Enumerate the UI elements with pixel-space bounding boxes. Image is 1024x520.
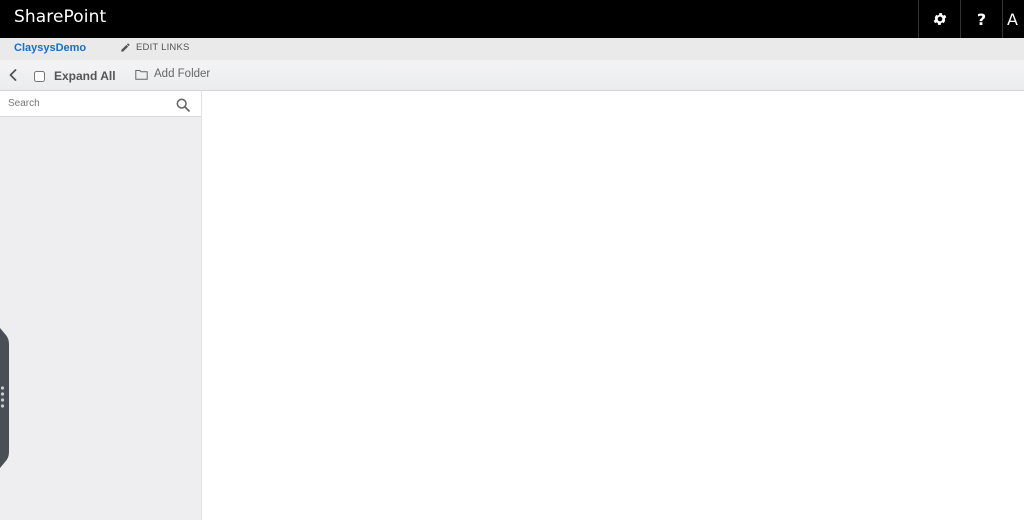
help-icon: ? xyxy=(976,9,987,29)
navigation-panel xyxy=(0,91,202,520)
toolbar: Expand All Add Folder xyxy=(0,60,1024,91)
edit-links-label: EDIT LINKS xyxy=(136,42,190,53)
help-button[interactable]: ? xyxy=(960,0,1002,38)
search-icon[interactable] xyxy=(175,97,191,113)
gear-icon xyxy=(933,13,946,25)
site-nav-bar: ClaysysDemo EDIT LINKS xyxy=(0,38,1024,60)
search-box xyxy=(0,91,201,117)
site-title-link[interactable]: ClaysysDemo xyxy=(14,42,86,54)
settings-button[interactable] xyxy=(918,0,960,38)
expand-all-toggle[interactable]: Expand All xyxy=(34,69,116,83)
app-title[interactable]: SharePoint xyxy=(14,7,106,27)
chevron-left-icon xyxy=(9,69,17,81)
add-folder-button[interactable]: Add Folder xyxy=(135,68,210,80)
folder-icon xyxy=(135,69,148,80)
user-menu-button[interactable]: A xyxy=(1002,0,1024,38)
user-initial: A xyxy=(1007,9,1018,29)
main-content-area xyxy=(202,91,1024,520)
expand-all-label: Expand All xyxy=(54,69,116,83)
expand-all-checkbox[interactable] xyxy=(34,70,45,82)
edit-links-button[interactable]: EDIT LINKS xyxy=(120,42,190,53)
search-input[interactable] xyxy=(0,91,170,116)
add-folder-label: Add Folder xyxy=(154,68,211,80)
drag-handle-icon[interactable] xyxy=(0,328,9,468)
suite-bar: SharePoint ? A xyxy=(0,0,1024,38)
back-button[interactable] xyxy=(6,68,20,82)
pencil-icon xyxy=(121,43,130,52)
